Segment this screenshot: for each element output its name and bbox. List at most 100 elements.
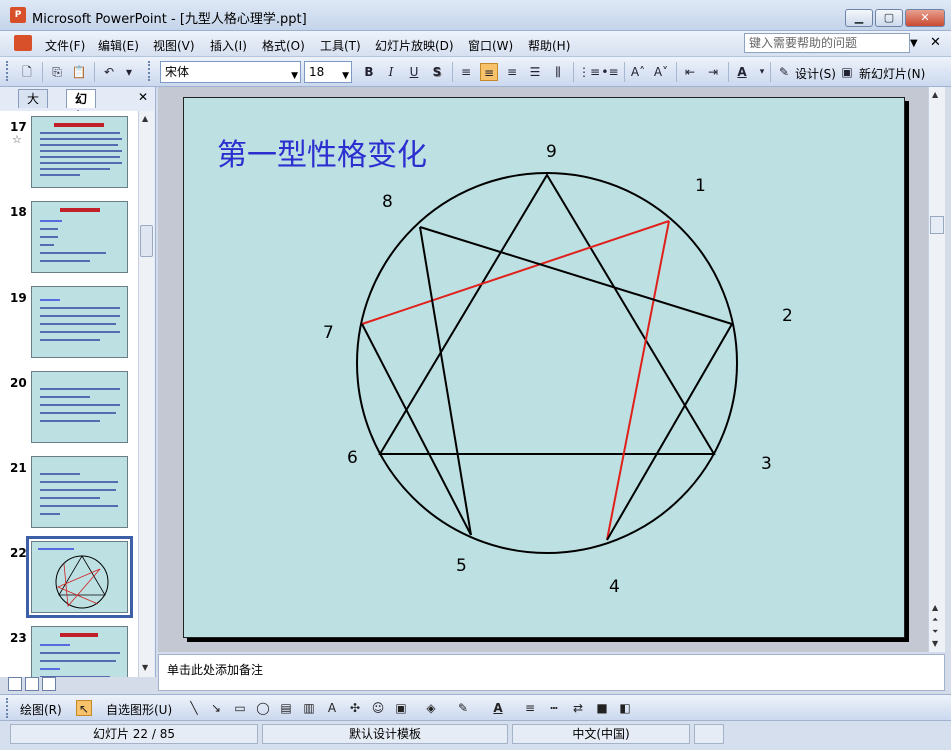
scrollbar-thumb[interactable] [140, 225, 153, 257]
shadow-button[interactable]: S [428, 63, 446, 81]
numbering-icon[interactable]: ⋮≡ [578, 63, 600, 81]
current-slide[interactable]: 第一型性格变化 9 1 2 3 4 5 6 7 8 [183, 97, 905, 638]
copy-icon[interactable]: ⎘ [48, 63, 66, 81]
dash-style-icon[interactable]: ┅ [546, 700, 562, 716]
normal-view-icon[interactable] [8, 677, 22, 691]
autoshapes-menu-button[interactable]: 自选图形(U) [106, 701, 172, 718]
slide-sorter-view-icon[interactable] [25, 677, 39, 691]
diagram-icon[interactable]: ✣ [347, 700, 363, 716]
align-center-icon[interactable]: ≡ [480, 63, 498, 81]
new-slide-icon[interactable]: ▣ [838, 63, 856, 81]
slide-scrollbar[interactable]: ▲ ▲ ⏶ ⏷ ▼ [928, 87, 945, 652]
arrow-style-icon[interactable]: ⇄ [570, 700, 586, 716]
previous-slide-icon[interactable]: ⏶ [932, 615, 938, 625]
italic-button[interactable]: I [382, 63, 400, 81]
menu-help[interactable]: 帮助(H) [528, 37, 570, 54]
close-icon[interactable]: ✕ [138, 90, 148, 104]
template-status[interactable]: 默认设计模板 [262, 724, 508, 744]
chevron-down-icon[interactable]: ▼ [291, 66, 298, 86]
align-right-icon[interactable]: ≡ [503, 63, 521, 81]
thumbnails-scrollbar[interactable]: ▲ ▼ [138, 111, 154, 677]
slide-thumbnail-17[interactable] [31, 116, 128, 188]
3d-style-icon[interactable]: ◧ [617, 700, 633, 716]
slide-thumbnail-21[interactable] [31, 456, 128, 528]
scrollbar-thumb[interactable] [930, 216, 944, 234]
new-slide-button[interactable]: 新幻灯片(N) [859, 65, 925, 82]
align-left-icon[interactable]: ≡ [457, 63, 475, 81]
undo-icon[interactable]: ↶ [100, 63, 118, 81]
powerpoint-app-icon[interactable]: P [10, 7, 26, 23]
fill-color-icon[interactable]: ◈ [423, 700, 439, 716]
arrow-tool-icon[interactable]: ↘ [208, 700, 224, 716]
menu-insert[interactable]: 插入(I) [210, 37, 247, 54]
scroll-down-icon[interactable]: ▼ [932, 639, 938, 648]
increase-indent-icon[interactable]: ⇥ [704, 63, 722, 81]
menu-format[interactable]: 格式(O) [262, 37, 305, 54]
draw-menu-button[interactable]: 绘图(R) [20, 701, 62, 718]
justify-icon[interactable]: ☰ [526, 63, 544, 81]
select-pointer-icon[interactable]: ↖ [76, 700, 92, 716]
minimize-button[interactable]: ▁ [845, 9, 873, 27]
decrease-font-icon[interactable]: A˅ [652, 63, 670, 81]
textbox-tool-icon[interactable]: ▤ [278, 700, 294, 716]
help-search-input[interactable]: 键入需要帮助的问题 [744, 33, 910, 53]
font-size-select[interactable]: 18 ▼ [304, 61, 352, 83]
font-name-select[interactable]: 宋体 ▼ [160, 61, 301, 83]
underline-button[interactable]: U [405, 63, 423, 81]
slide-thumbnail-22[interactable] [26, 536, 133, 618]
thumb-text-line [40, 220, 62, 222]
maximize-button[interactable]: ▢ [875, 9, 903, 27]
chevron-down-icon[interactable]: ▼ [342, 66, 349, 86]
scroll-down-icon[interactable]: ▼ [142, 663, 148, 672]
shadow-style-icon[interactable]: ■ [594, 700, 610, 716]
paste-icon[interactable]: 📋 [70, 63, 88, 81]
menu-file[interactable]: 文件(F) [45, 37, 85, 54]
menu-slideshow[interactable]: 幻灯片放映(D) [375, 37, 454, 54]
vertical-textbox-icon[interactable]: ▥ [301, 700, 317, 716]
line-tool-icon[interactable]: ╲ [186, 700, 202, 716]
font-color-dropdown-icon[interactable]: ▾ [753, 63, 771, 81]
tab-slides[interactable]: 幻灯片 [66, 89, 97, 142]
increase-font-icon[interactable]: A˄ [629, 63, 647, 81]
wordart-icon[interactable]: A [324, 700, 340, 716]
decrease-indent-icon[interactable]: ⇤ [681, 63, 699, 81]
new-document-icon[interactable]: 🗋 [18, 63, 36, 81]
menu-window[interactable]: 窗口(W) [468, 37, 513, 54]
notes-input[interactable]: 单击此处添加备注 [158, 654, 945, 691]
font-color-icon[interactable]: A [490, 700, 506, 716]
toolbar-grip[interactable] [148, 61, 151, 81]
status-bar: 幻灯片 22 / 85 默认设计模板 中文(中国) [0, 720, 951, 750]
distribute-icon[interactable]: ⫼ [549, 63, 567, 81]
design-icon[interactable]: ✎ [775, 63, 793, 81]
tab-outline[interactable]: 大纲 [18, 89, 49, 124]
scroll-up-icon[interactable]: ▲ [932, 90, 938, 99]
slide-thumbnail-23[interactable] [31, 626, 128, 677]
next-slide-icon[interactable]: ⏷ [932, 627, 938, 637]
design-button[interactable]: 设计(S) [795, 65, 836, 82]
picture-icon[interactable]: ▣ [393, 700, 409, 716]
menu-edit[interactable]: 编辑(E) [98, 37, 139, 54]
font-color-icon[interactable]: A [733, 63, 751, 81]
menu-view[interactable]: 视图(V) [153, 37, 195, 54]
scroll-up-icon[interactable]: ▲ [932, 603, 938, 612]
bullets-icon[interactable]: •≡ [601, 63, 619, 81]
toolbar-grip[interactable] [6, 61, 9, 81]
line-style-icon[interactable]: ≡ [522, 700, 538, 716]
rectangle-tool-icon[interactable]: ▭ [232, 700, 248, 716]
close-button[interactable]: ✕ [905, 9, 945, 27]
scroll-up-icon[interactable]: ▲ [142, 114, 148, 123]
line-color-icon[interactable]: ✎ [455, 700, 471, 716]
slide-thumbnail-19[interactable] [31, 286, 128, 358]
clipart-icon[interactable]: ☺ [370, 700, 386, 716]
undo-dropdown-icon[interactable]: ▾ [120, 63, 138, 81]
close-document-icon[interactable]: ✕ [930, 35, 941, 50]
slideshow-view-icon[interactable] [42, 677, 56, 691]
document-icon[interactable] [14, 35, 32, 51]
bold-button[interactable]: B [360, 63, 378, 81]
slide-thumbnail-18[interactable] [31, 201, 128, 273]
slide-thumbnail-20[interactable] [31, 371, 128, 443]
oval-tool-icon[interactable]: ◯ [255, 700, 271, 716]
chevron-down-icon[interactable]: ▼ [910, 38, 918, 49]
toolbar-grip[interactable] [6, 698, 9, 718]
menu-tools[interactable]: 工具(T) [320, 37, 361, 54]
